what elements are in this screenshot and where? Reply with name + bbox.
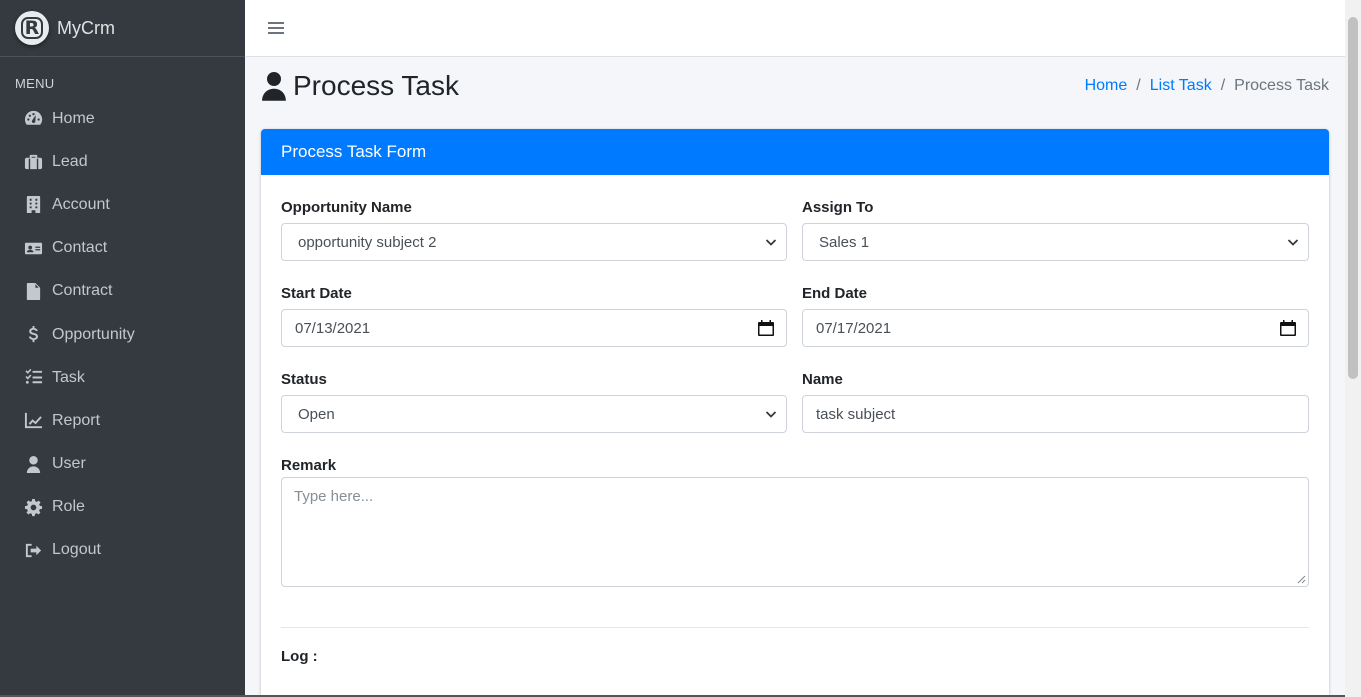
status-select[interactable]: Open: [281, 395, 787, 433]
gear-icon: [22, 496, 44, 518]
sidebar-item-opportunity[interactable]: Opportunity: [0, 313, 245, 356]
opportunity-label: Opportunity Name: [281, 199, 412, 216]
end-date-label: End Date: [802, 285, 868, 302]
sidebar-item-contact[interactable]: Contact: [0, 227, 245, 270]
menu-toggle-icon[interactable]: [268, 19, 284, 37]
breadcrumb-home[interactable]: Home: [1085, 77, 1128, 95]
breadcrumb-list-task[interactable]: List Task: [1150, 77, 1212, 95]
page-title-text: Process Task: [293, 70, 459, 101]
name-group: Name task subject: [802, 371, 1309, 433]
building-icon: [22, 194, 44, 216]
breadcrumb-separator: /: [1220, 77, 1226, 94]
breadcrumb-separator: /: [1136, 77, 1141, 94]
sidebar-item-label: Logout: [52, 541, 101, 559]
sidebar-item-report[interactable]: Report: [0, 399, 245, 442]
menu-header: MENU: [15, 76, 55, 91]
user-icon: [22, 453, 44, 475]
assign-to-value: Sales 1: [819, 233, 870, 251]
log-label: Log :: [281, 648, 318, 665]
opportunity-select[interactable]: opportunity subject 2: [281, 223, 787, 261]
start-date-group: Start Date 07/13/2021: [281, 285, 787, 347]
chevron-down-icon: [756, 236, 786, 248]
remark-placeholder: Type here...: [294, 488, 374, 505]
breadcrumb: Home / List Task / Process Task: [1085, 77, 1329, 95]
remark-group: Remark Type here...: [281, 457, 1309, 595]
sidebar: R MyCrm MENU Home Lead Account Contact C…: [0, 0, 245, 697]
user-icon: [262, 72, 286, 101]
process-task-card: Process Task Form Opportunity Name oppor…: [261, 129, 1329, 697]
sidebar-item-label: Contract: [52, 282, 113, 300]
sidebar-item-account[interactable]: Account: [0, 183, 245, 226]
status-label: Status: [281, 371, 327, 388]
sidebar-item-logout[interactable]: Logout: [0, 529, 245, 572]
sidebar-item-label: Role: [52, 498, 85, 516]
resize-grip-icon[interactable]: [1297, 575, 1306, 584]
end-date-value: 07/17/2021: [816, 319, 892, 337]
assign-to-group: Assign To Sales 1: [802, 199, 1309, 261]
scrollbar-thumb[interactable]: [1348, 17, 1358, 379]
sidebar-item-label: Contact: [52, 239, 108, 257]
start-date-input[interactable]: 07/13/2021: [281, 309, 787, 347]
name-input[interactable]: task subject: [802, 395, 1309, 433]
chevron-down-icon: [756, 408, 786, 420]
sidebar-item-user[interactable]: User: [0, 443, 245, 486]
dollar-icon: [22, 324, 44, 346]
brand-name: MyCrm: [57, 17, 115, 38]
tasks-icon: [22, 367, 44, 389]
sign-out-icon: [22, 539, 44, 561]
assign-to-select[interactable]: Sales 1: [802, 223, 1309, 261]
chevron-down-icon: [1278, 236, 1308, 248]
sidebar-item-label: Report: [52, 411, 101, 429]
sidebar-item-role[interactable]: Role: [0, 486, 245, 529]
calendar-icon[interactable]: [1268, 319, 1308, 337]
sidebar-item-label: Account: [52, 195, 110, 213]
brand-link[interactable]: R MyCrm: [0, 0, 245, 57]
brand-logo: R: [15, 11, 49, 45]
status-value: Open: [298, 405, 335, 423]
card-header: Process Task Form: [261, 129, 1329, 175]
end-date-input[interactable]: 07/17/2021: [802, 309, 1309, 347]
page-scrollbar[interactable]: [1345, 0, 1361, 697]
start-date-label: Start Date: [281, 285, 352, 302]
sidebar-item-label: Home: [52, 109, 95, 127]
sidebar-item-label: User: [52, 455, 86, 473]
name-value: task subject: [816, 405, 896, 423]
divider: [281, 627, 1309, 628]
start-date-value: 07/13/2021: [295, 319, 371, 337]
tachometer-icon: [22, 108, 44, 130]
sidebar-item-label: Lead: [52, 152, 88, 170]
remark-textarea[interactable]: Type here...: [281, 477, 1309, 587]
opportunity-group: Opportunity Name opportunity subject 2: [281, 199, 787, 261]
assign-to-label: Assign To: [802, 199, 874, 216]
top-navbar: [245, 0, 1345, 57]
sidebar-item-task[interactable]: Task: [0, 356, 245, 399]
chart-line-icon: [22, 410, 44, 432]
opportunity-value: opportunity subject 2: [298, 233, 437, 251]
file-contract-icon: [22, 280, 44, 302]
sidebar-item-contract[interactable]: Contract: [0, 270, 245, 313]
status-group: Status Open: [281, 371, 787, 433]
briefcase-icon: [22, 151, 44, 173]
sidebar-item-lead[interactable]: Lead: [0, 140, 245, 183]
page-title: Process Task: [260, 70, 459, 102]
address-card-icon: [22, 237, 44, 259]
breadcrumb-current: Process Task: [1234, 77, 1329, 94]
end-date-group: End Date 07/17/2021: [802, 285, 1309, 347]
sidebar-item-label: Opportunity: [52, 325, 135, 343]
remark-label: Remark: [281, 457, 337, 474]
sidebar-item-label: Task: [52, 368, 85, 386]
calendar-icon[interactable]: [746, 319, 786, 337]
sidebar-item-home[interactable]: Home: [0, 97, 245, 140]
card-title: Process Task Form: [281, 142, 427, 161]
name-label: Name: [802, 371, 843, 388]
